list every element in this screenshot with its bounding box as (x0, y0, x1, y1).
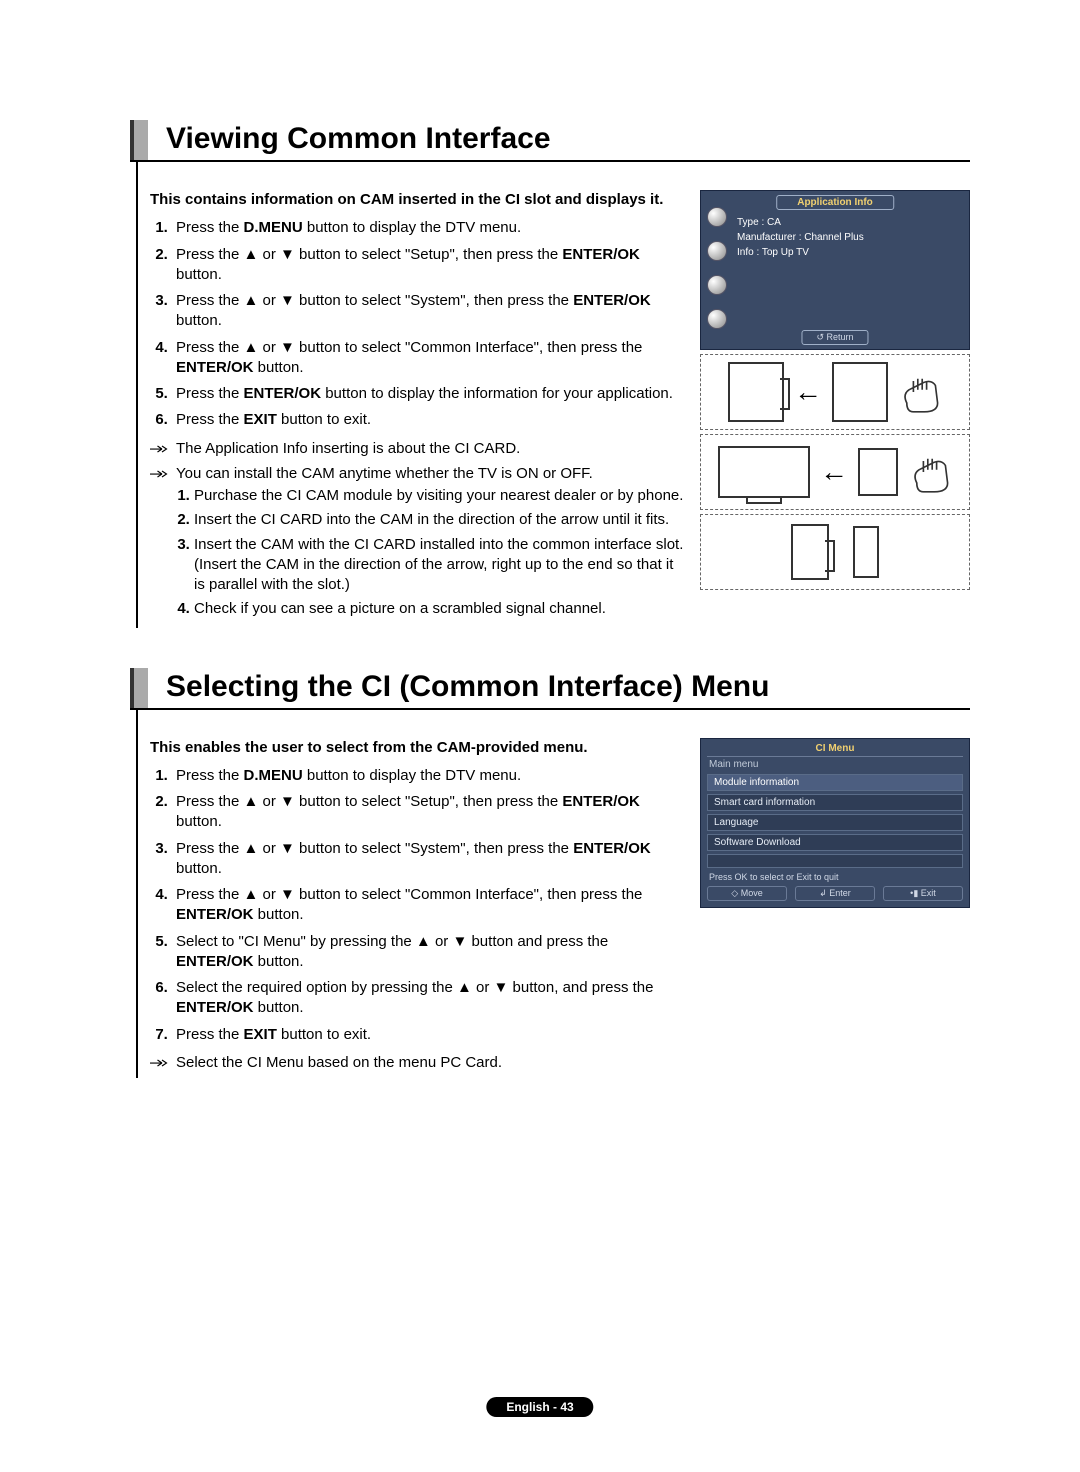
step-item: Press the ENTER/OK button to display the… (172, 384, 688, 404)
tv-icon (718, 446, 810, 498)
step-item: Press the ▲ or ▼ button to select "Setup… (172, 245, 688, 286)
step-item: Select the required option by pressing t… (172, 978, 688, 1019)
step-item: Press the EXIT button to exit. (172, 410, 688, 430)
note-item: The Application Info inserting is about … (150, 439, 688, 460)
section-heading: Selecting the CI (Common Interface) Menu (166, 668, 769, 708)
osd-menu-item: Smart card information (707, 794, 963, 811)
ci-card-icon (853, 526, 879, 578)
osd-footer-move: ◇ Move (707, 886, 787, 901)
step-item: Press the ▲ or ▼ button to select "Syste… (172, 291, 688, 332)
section-marker-icon (130, 668, 148, 708)
substep-item: Purchase the CI CAM module by visiting y… (194, 486, 688, 506)
osd-title: Application Info (776, 195, 894, 210)
substep-item: Check if you can see a picture on a scra… (194, 599, 688, 619)
osd-return-label: Return (801, 330, 868, 345)
step-item: Press the ▲ or ▼ button to select "Syste… (172, 839, 688, 880)
lead-text: This enables the user to select from the… (150, 738, 688, 758)
step-item: Press the EXIT button to exit. (172, 1025, 688, 1045)
steps-list: Press the D.MENU button to display the D… (150, 766, 688, 1045)
step-item: Press the ▲ or ▼ button to select "Setup… (172, 792, 688, 833)
osd-title: CI Menu (707, 743, 963, 757)
osd-side-icon (707, 309, 727, 329)
note-item: Select the CI Menu based on the menu PC … (150, 1053, 688, 1074)
page-footer: English - 43 (486, 1398, 593, 1416)
osd-side-icon (707, 241, 727, 261)
osd-footer-exit: •▮ Exit (883, 886, 963, 901)
substeps-list: Purchase the CI CAM module by visiting y… (176, 486, 688, 620)
cam-slot-icon (728, 362, 784, 422)
osd-spacer (707, 854, 963, 868)
insert-card-diagram-3 (700, 514, 970, 590)
substep-item: Insert the CAM with the CI CARD installe… (194, 535, 688, 596)
application-info-osd: Application Info Type : CA Manufacturer … (700, 190, 970, 350)
note-arrow-icon (150, 464, 168, 624)
section-heading: Viewing Common Interface (166, 120, 551, 160)
ci-menu-osd: CI Menu Main menu Module information Sma… (700, 738, 970, 908)
arrow-left-icon: ← (794, 376, 822, 408)
note-arrow-icon (150, 1053, 168, 1074)
lead-text: This contains information on CAM inserte… (150, 190, 688, 210)
hand-icon (908, 448, 952, 496)
section-marker-icon (130, 120, 148, 160)
insert-card-diagram-1: ← (700, 354, 970, 430)
osd-main-menu-label: Main menu (709, 759, 963, 770)
step-item: Select to "CI Menu" by pressing the ▲ or… (172, 932, 688, 973)
cam-slot-icon (791, 524, 829, 580)
section-selecting-ci-menu: Selecting the CI (Common Interface) Menu… (130, 668, 970, 1079)
arrow-left-icon: ← (820, 456, 848, 488)
osd-side-icon (707, 275, 727, 295)
osd-side-icon (707, 207, 727, 227)
osd-info-line: Info : Top Up TV (737, 245, 961, 260)
note-arrow-icon (150, 439, 168, 460)
step-item: Press the D.MENU button to display the D… (172, 218, 688, 238)
cam-card-icon (858, 448, 898, 496)
note-item: You can install the CAM anytime whether … (150, 464, 688, 624)
step-item: Press the ▲ or ▼ button to select "Commo… (172, 338, 688, 379)
hand-icon (898, 368, 942, 416)
osd-info-line: Manufacturer : Channel Plus (737, 230, 961, 245)
substep-item: Insert the CI CARD into the CAM in the d… (194, 510, 688, 530)
osd-info-line: Type : CA (737, 215, 961, 230)
steps-list: Press the D.MENU button to display the D… (150, 218, 688, 430)
ci-card-icon (832, 362, 888, 422)
osd-menu-item: Module information (707, 774, 963, 791)
page-number-pill: English - 43 (486, 1397, 593, 1417)
osd-menu-item: Language (707, 814, 963, 831)
insert-card-diagram-2: ← (700, 434, 970, 510)
section-viewing-common-interface: Viewing Common Interface This contains i… (130, 120, 970, 628)
step-item: Press the D.MENU button to display the D… (172, 766, 688, 786)
osd-menu-item: Software Download (707, 834, 963, 851)
osd-hint: Press OK to select or Exit to quit (709, 872, 961, 882)
osd-footer-enter: ↲ Enter (795, 886, 875, 901)
step-item: Press the ▲ or ▼ button to select "Commo… (172, 885, 688, 926)
